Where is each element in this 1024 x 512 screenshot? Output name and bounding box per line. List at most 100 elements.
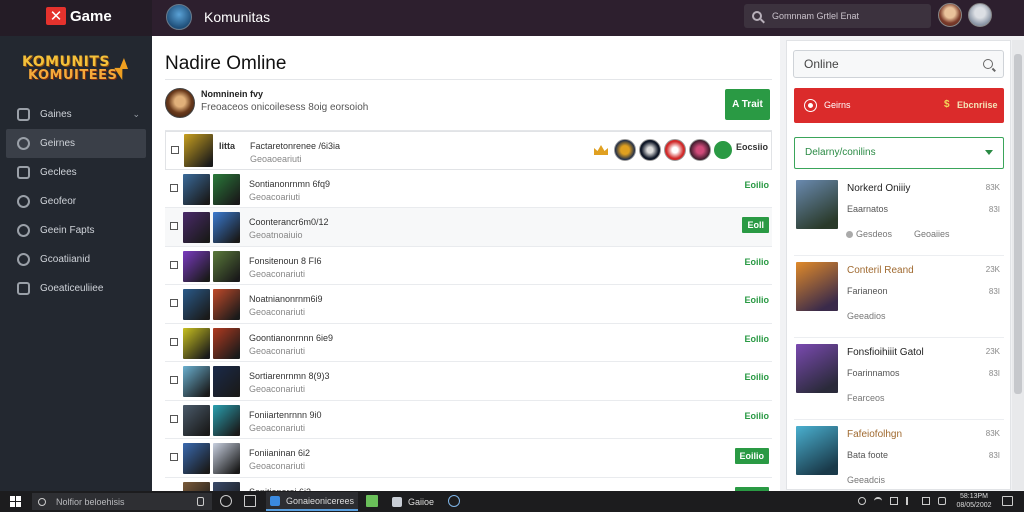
row-thumbnail [213,443,240,474]
badge-icon[interactable] [639,139,661,161]
sidebar-item-geofeor[interactable]: Geofeor [0,187,152,216]
row-thumbnail [183,404,210,436]
profile-subtitle: Freoaceos onicoilesess 8oig eorsoioh [201,102,369,113]
table-row[interactable]: Iitta Factaretonrenee /6i3ia Geoaoeariuti … [165,131,772,170]
scrollbar[interactable] [1012,40,1024,490]
live-banner-button[interactable]: Geirns $ Ebcnriise [794,88,1004,123]
x-logo-icon[interactable]: ✕ [46,7,66,25]
row-thumbnail [183,443,210,474]
row-checkbox[interactable] [170,183,178,192]
row-checkbox[interactable] [170,337,178,346]
row-thumbnail [213,481,240,491]
check-icon[interactable] [714,141,732,159]
table-row[interactable]: Sortiarenrnmn 8(9)3 Geoaconariuti Eoilio [165,362,772,401]
windows-start-icon[interactable] [10,496,21,507]
row-checkbox[interactable] [170,453,178,461]
wifi-icon[interactable] [874,497,882,505]
taskbar-search[interactable]: Nolfior beloehisis [32,493,212,510]
scrollbar-thumb[interactable] [1014,54,1022,394]
table-row[interactable]: Foniiartenrnnn 9i0 Geoaconariuti Eoilio [165,401,772,439]
row-action-button[interactable]: Eocsiio [736,142,768,152]
badge-icon[interactable] [614,139,636,161]
feed-title[interactable]: Fafeiofolhgn [847,429,902,440]
sidebar-item-gcoatiianid[interactable]: Gcoatiianid [0,245,152,274]
chevron-down-icon[interactable]: ⌄ [132,109,140,120]
feed-title[interactable]: Norkerd Oniiiy [847,183,910,194]
row-checkbox[interactable] [170,299,178,307]
row-tag: Iitta [219,141,236,151]
row-thumbnail [213,366,240,397]
search-icon[interactable] [983,59,993,69]
avatar[interactable] [165,88,195,118]
microphone-icon[interactable] [197,497,204,506]
search-icon [752,11,762,21]
feed-meta: Fearceos [847,393,885,403]
row-subtitle: Geoaconariuti [249,345,306,356]
list-item[interactable]: Conteril Reand Farianeon Geeadios 23K 83I [794,256,1004,338]
table-row[interactable]: Foniianinan 6i2 Geoaconariuti Eoilio [165,439,772,478]
table-row[interactable]: Goontianonrnnn 6ie9 Geoaconariuti Eollio [165,324,772,362]
app-name: Game [70,8,112,25]
brand-logo[interactable]: KOMUNITS KOMUITEES [18,54,128,90]
online-search-input[interactable] [804,57,974,71]
row-checkbox[interactable] [170,414,178,423]
filter-select[interactable]: Delarny/conilins [794,137,1004,169]
keyboard-icon[interactable] [922,497,930,505]
sidebar: KOMUNITS KOMUITEES Gaines ⌄ Geirnes Gecl… [0,36,152,491]
header-search-input[interactable] [772,11,922,21]
row-action-button[interactable]: Eoll [742,217,769,233]
table-row[interactable]: Sonitianoroi 6i2Eoilio [165,478,772,491]
row-checkbox[interactable] [170,222,178,230]
feed-title[interactable]: Fonsfioihiiit Gatol [847,347,924,358]
online-search[interactable] [793,50,1004,78]
language-icon[interactable] [938,497,946,505]
row-action-button[interactable]: Eoilio [745,411,770,421]
row-action-button[interactable]: Eoilio [745,180,770,190]
row-checkbox[interactable] [171,146,179,154]
row-subtitle: Geoaconariuti [249,461,306,471]
feed-title[interactable]: Conteril Reand [847,265,914,276]
row-action-button[interactable]: Eoilio [745,372,770,382]
table-row[interactable]: Sontianonrnmn 6fq9 Geoacoariuti Eoilio [165,170,772,208]
taskbar-app-browser[interactable]: Gonaieonicerees [266,492,358,511]
divider [165,79,772,80]
avatar[interactable] [938,3,962,27]
sidebar-item-goeaticeuliiee[interactable]: Goeaticeuliiee [0,274,152,303]
sidebar-item-geclees[interactable]: Geclees [0,158,152,187]
row-action-button[interactable]: Eoilio [734,448,769,464]
list-item[interactable]: Fonsfioihiiit Gatol Foarinnamos Fearceos 23… [794,338,1004,420]
header-search[interactable] [744,4,931,28]
volume-icon[interactable] [906,497,914,505]
avatar[interactable] [968,3,992,27]
table-row[interactable]: Noatnianonrnm6i9 Geoaconariuti Eoilio [165,285,772,324]
row-subtitle: Geoatnoaiuio [249,230,303,240]
list-item[interactable]: Fafeiofolhgn Bata foote Geeadcis 83K 83I [794,420,1004,502]
sidebar-item-geirnes[interactable]: Geirnes [6,129,146,158]
badge-icon[interactable] [664,139,686,161]
community-avatar[interactable] [166,4,192,30]
add-trait-button[interactable]: A Trait [725,89,770,120]
row-action-button[interactable]: Eoilio [745,295,770,305]
table-row[interactable]: Coonterancr6m0/12 Geoatnoaiuio Eoll [165,208,772,247]
app-icon[interactable] [366,495,378,507]
notification-icon[interactable] [1002,496,1013,506]
sidebar-item-geein-fapts[interactable]: Geein Fapts [0,216,152,245]
battery-icon[interactable] [890,497,898,505]
row-checkbox[interactable] [170,376,178,384]
row-action-button[interactable]: Eollio [745,334,770,344]
taskbar-clock[interactable]: 58:13PM 08/05/2002 [956,492,992,510]
tray-icon[interactable] [858,497,866,505]
badge-icon[interactable] [689,139,711,161]
sidebar-item-gaines[interactable]: Gaines ⌄ [0,100,152,129]
row-thumbnail [183,250,210,282]
row-checkbox[interactable] [170,260,178,269]
list-item[interactable]: Norkerd Oniiiy Eaarnatos Gesdeos Geoaiies 83… [794,174,1004,256]
row-action-button[interactable]: Eoilio [745,257,770,267]
taskbar-search-placeholder: Nolfior beloehisis [56,496,125,507]
globe-icon[interactable] [448,495,460,507]
task-view-icon[interactable] [220,495,232,507]
table-row[interactable]: Fonsitenoun 8 FI6 Geoaconariuti Eoilio [165,247,772,285]
taskbar-app-game[interactable]: Gaiioe [388,492,448,511]
file-explorer-icon[interactable] [244,495,256,507]
taskbar: Nolfior beloehisis Gonaieonicerees Gaiio… [0,491,1024,512]
